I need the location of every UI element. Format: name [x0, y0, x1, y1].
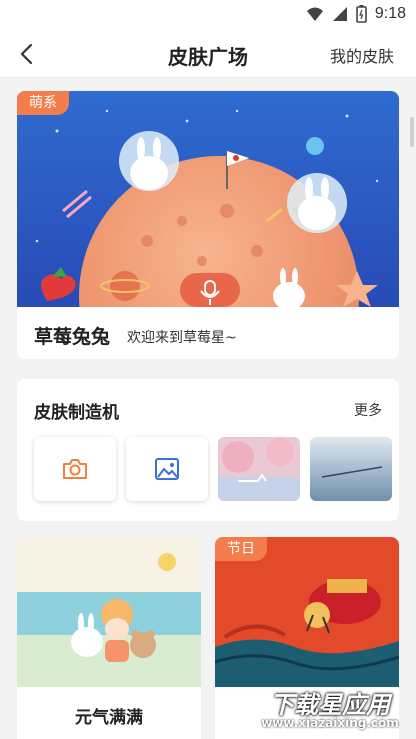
wifi-icon [306, 7, 323, 21]
featured-skin-artwork [17, 91, 399, 307]
watermark: 下载星应用 www.xiazaixing.com [250, 685, 410, 735]
category-tag: 萌系 [17, 91, 69, 115]
watermark-url: www.xiazaixing.com [261, 716, 399, 730]
status-time: 9:18 [374, 5, 406, 22]
theme-card-vitality[interactable]: 元气满满 [17, 537, 201, 739]
camera-icon [63, 459, 87, 479]
battery-icon [356, 5, 367, 23]
template-thumbnail-blossom[interactable] [218, 437, 300, 501]
template-thumbnail-sea[interactable] [310, 437, 392, 501]
skin-plaza-content[interactable]: 萌系 草莓兔兔 欢迎来到草莓星~ 皮肤制造机 更多 元气满满 节日 [0, 79, 416, 739]
theme-name: 元气满满 [75, 708, 143, 728]
nav-bar: 皮肤广场 我的皮肤 [0, 30, 416, 78]
scrollbar[interactable] [410, 117, 414, 147]
featured-skin-card[interactable]: 萌系 草莓兔兔 欢迎来到草莓星~ [17, 91, 399, 359]
status-bar: 9:18 [0, 0, 416, 30]
camera-tile[interactable] [34, 437, 116, 501]
vitality-theme-artwork [17, 537, 201, 687]
category-tag: 节日 [215, 537, 267, 561]
sea-thumbnail-image [310, 437, 392, 501]
more-link[interactable]: 更多 [354, 400, 382, 420]
skin-maker-title: 皮肤制造机 [34, 403, 119, 423]
watermark-logo-text: 下载星应用 [270, 691, 390, 719]
my-skins-link[interactable]: 我的皮肤 [330, 43, 394, 67]
skin-maker-card: 皮肤制造机 更多 [17, 379, 399, 521]
image-icon [155, 458, 179, 480]
signal-icon [332, 7, 347, 21]
skin-description: 欢迎来到草莓星~ [127, 330, 237, 346]
gallery-tile[interactable] [126, 437, 208, 501]
skin-name: 草莓兔兔 [34, 326, 111, 348]
blossom-thumbnail-image [218, 437, 300, 501]
